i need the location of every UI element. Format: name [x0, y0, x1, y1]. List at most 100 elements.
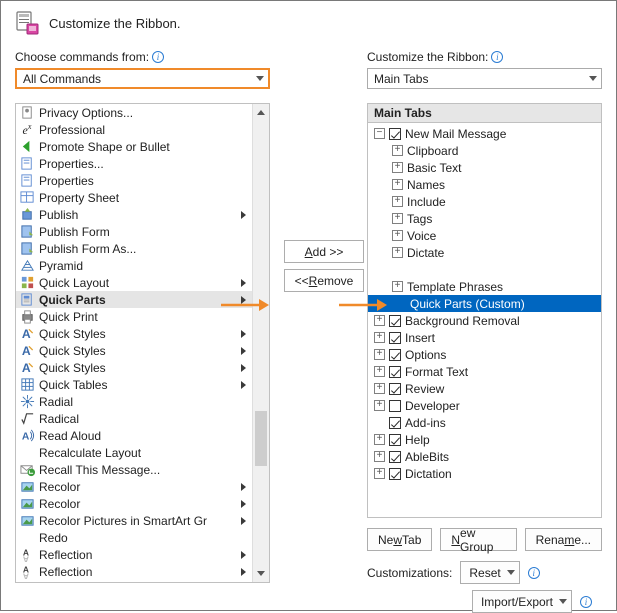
list-item[interactable]: Recall This Message...: [16, 461, 252, 478]
expand-icon[interactable]: +: [392, 162, 403, 173]
checkbox[interactable]: [389, 366, 401, 378]
checkbox[interactable]: [389, 349, 401, 361]
checkbox[interactable]: [389, 468, 401, 480]
commands-list[interactable]: Privacy Options...exProfessionalPromote …: [15, 103, 270, 583]
checkbox[interactable]: [389, 434, 401, 446]
expand-icon[interactable]: +: [374, 400, 385, 411]
add-button[interactable]: Add >>: [284, 240, 364, 263]
expand-icon[interactable]: +: [392, 213, 403, 224]
list-item[interactable]: Quick Tables: [16, 376, 252, 393]
recolor-icon: [19, 479, 35, 495]
tree-item[interactable]: +Basic Text: [368, 159, 601, 176]
tree-item[interactable]: +Review: [368, 380, 601, 397]
checkbox[interactable]: [389, 383, 401, 395]
expand-icon[interactable]: +: [374, 315, 385, 326]
ribbon-tabs-select[interactable]: Main Tabs: [367, 68, 602, 89]
tree-item[interactable]: +Insert: [368, 329, 601, 346]
expand-icon[interactable]: +: [374, 434, 385, 445]
expand-icon[interactable]: +: [374, 451, 385, 462]
list-item[interactable]: Radial: [16, 393, 252, 410]
new-tab-button[interactable]: New Tab: [367, 528, 432, 551]
expand-icon[interactable]: +: [392, 196, 403, 207]
checkbox[interactable]: [389, 400, 401, 412]
list-item[interactable]: Publish Form: [16, 223, 252, 240]
expand-icon[interactable]: +: [392, 247, 403, 258]
tree-item[interactable]: +Names: [368, 176, 601, 193]
tree-item[interactable]: +Include: [368, 193, 601, 210]
expand-icon[interactable]: +: [392, 281, 403, 292]
info-icon[interactable]: [580, 596, 592, 608]
tree-item[interactable]: +Clipboard: [368, 142, 601, 159]
tree-item[interactable]: Quick Parts (Custom): [368, 295, 601, 312]
list-item[interactable]: Quick Print: [16, 308, 252, 325]
expand-icon[interactable]: +: [374, 468, 385, 479]
tree-item[interactable]: +Voice: [368, 227, 601, 244]
expand-icon[interactable]: +: [392, 179, 403, 190]
collapse-icon[interactable]: −: [374, 128, 385, 139]
tree-item[interactable]: +Format Text: [368, 363, 601, 380]
list-item[interactable]: Redo: [16, 529, 252, 546]
tree-item[interactable]: +Dictate: [368, 244, 601, 261]
checkbox[interactable]: [389, 417, 401, 429]
import-export-button[interactable]: Import/Export: [472, 590, 572, 613]
list-item[interactable]: Radical: [16, 410, 252, 427]
list-item[interactable]: AAReflection: [16, 580, 252, 583]
expand-icon[interactable]: +: [374, 383, 385, 394]
new-group-button[interactable]: New Group: [440, 528, 516, 551]
checkbox[interactable]: [389, 128, 401, 140]
remove-button[interactable]: << Remove: [284, 269, 364, 292]
tree-item[interactable]: [368, 261, 601, 278]
tree-item[interactable]: +Help: [368, 431, 601, 448]
scrollbar[interactable]: [252, 104, 269, 582]
tree-item[interactable]: +AbleBits: [368, 448, 601, 465]
list-item[interactable]: Recalculate Layout: [16, 444, 252, 461]
expand-icon[interactable]: +: [374, 332, 385, 343]
scroll-thumb[interactable]: [255, 411, 267, 466]
expand-icon[interactable]: +: [392, 230, 403, 241]
tree-item[interactable]: + Options: [368, 346, 601, 363]
info-icon[interactable]: [528, 567, 540, 579]
list-item[interactable]: AQuick Styles: [16, 359, 252, 376]
expand-icon[interactable]: +: [374, 349, 385, 360]
list-item[interactable]: AQuick Styles: [16, 342, 252, 359]
list-item[interactable]: Pyramid: [16, 257, 252, 274]
list-item[interactable]: Properties...: [16, 155, 252, 172]
list-item[interactable]: Recolor: [16, 478, 252, 495]
tree-item[interactable]: +Template Phrases: [368, 278, 601, 295]
ribbon-tree[interactable]: Main Tabs −New Mail Message+Clipboard+Ba…: [367, 103, 602, 518]
list-item[interactable]: exProfessional: [16, 121, 252, 138]
info-icon[interactable]: [152, 51, 164, 63]
commands-source-select[interactable]: All Commands: [15, 68, 270, 89]
tree-item[interactable]: −New Mail Message: [368, 125, 601, 142]
list-item[interactable]: ARead Aloud: [16, 427, 252, 444]
list-item[interactable]: Recolor: [16, 495, 252, 512]
list-item[interactable]: Quick Parts: [16, 291, 252, 308]
list-item[interactable]: Quick Layout: [16, 274, 252, 291]
list-item[interactable]: Privacy Options...: [16, 104, 252, 121]
list-item[interactable]: Properties: [16, 172, 252, 189]
tree-item-label: Options: [405, 348, 446, 362]
list-item[interactable]: Promote Shape or Bullet: [16, 138, 252, 155]
rename-button[interactable]: Rename...: [525, 528, 602, 551]
checkbox[interactable]: [389, 315, 401, 327]
list-item[interactable]: Publish: [16, 206, 252, 223]
tree-item[interactable]: +Developer: [368, 397, 601, 414]
checkbox[interactable]: [389, 332, 401, 344]
reset-button[interactable]: Reset: [460, 561, 519, 584]
expand-icon[interactable]: +: [392, 145, 403, 156]
list-item[interactable]: AAReflection: [16, 563, 252, 580]
info-icon[interactable]: [491, 51, 503, 63]
list-item[interactable]: Publish Form As...: [16, 240, 252, 257]
tree-item[interactable]: +Dictation: [368, 465, 601, 482]
list-item[interactable]: Property Sheet: [16, 189, 252, 206]
list-item[interactable]: AAReflection: [16, 546, 252, 563]
scroll-up-button[interactable]: [253, 104, 269, 121]
tree-item[interactable]: Add-ins: [368, 414, 601, 431]
checkbox[interactable]: [389, 451, 401, 463]
list-item[interactable]: AQuick Styles: [16, 325, 252, 342]
tree-item[interactable]: +Tags: [368, 210, 601, 227]
list-item[interactable]: Recolor Pictures in SmartArt Gr: [16, 512, 252, 529]
tree-item[interactable]: +Background Removal: [368, 312, 601, 329]
scroll-down-button[interactable]: [253, 565, 269, 582]
expand-icon[interactable]: +: [374, 366, 385, 377]
